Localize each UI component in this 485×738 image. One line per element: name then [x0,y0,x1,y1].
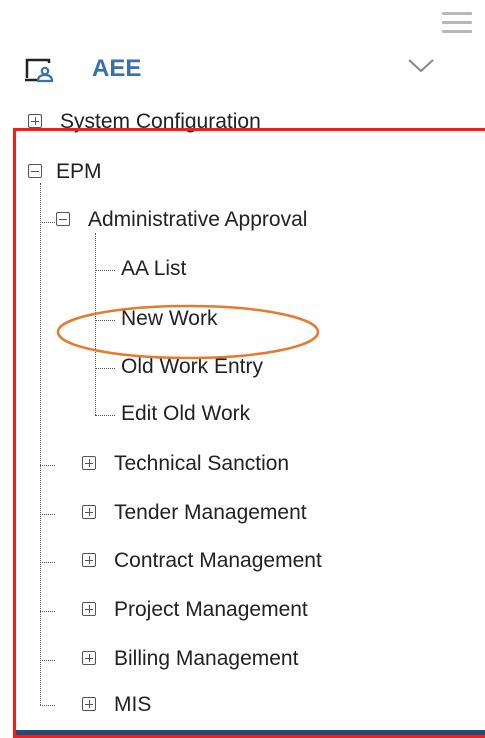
tree-node-label[interactable]: Old Work Entry [121,355,263,379]
expand-icon[interactable] [82,602,96,616]
tree-node-label[interactable]: EPM [56,160,102,184]
tree-node-label[interactable]: MIS [114,693,151,717]
tree-connector [40,660,55,661]
tree-connector [95,368,115,369]
expand-icon[interactable] [82,697,96,711]
tree-node-label[interactable]: Technical Sanction [114,452,289,476]
tree-node-label[interactable]: System Configuration [60,110,261,134]
tree-connector [40,183,41,705]
tree-connector [40,705,55,706]
tree-connector [40,611,55,612]
tree-node-label[interactable]: AA List [121,257,186,281]
expand-icon[interactable] [82,505,96,519]
expand-icon[interactable] [82,456,96,470]
bottom-bar [16,730,485,735]
expand-icon[interactable] [28,114,42,128]
tree-node-label[interactable]: Billing Management [114,647,298,671]
collapse-icon[interactable] [56,212,70,226]
tree-node-label[interactable]: Tender Management [114,501,307,525]
tree-node-label[interactable]: Contract Management [114,549,322,573]
navigation-tree: System Configuration EPM Administrative … [0,0,485,735]
tree-connector [95,270,115,271]
expand-icon[interactable] [82,553,96,567]
tree-node-label[interactable]: Edit Old Work [121,402,250,426]
collapse-icon[interactable] [28,164,42,178]
tree-connector [40,222,55,223]
tree-connector [40,562,55,563]
tree-node-label[interactable]: New Work [121,307,217,331]
tree-connector [95,415,115,416]
expand-icon[interactable] [82,651,96,665]
tree-connector [40,514,55,515]
tree-connector [95,320,115,321]
tree-connector [95,233,96,415]
tree-node-label[interactable]: Project Management [114,598,308,622]
tree-node-label[interactable]: Administrative Approval [88,208,307,232]
tree-connector [40,465,55,466]
